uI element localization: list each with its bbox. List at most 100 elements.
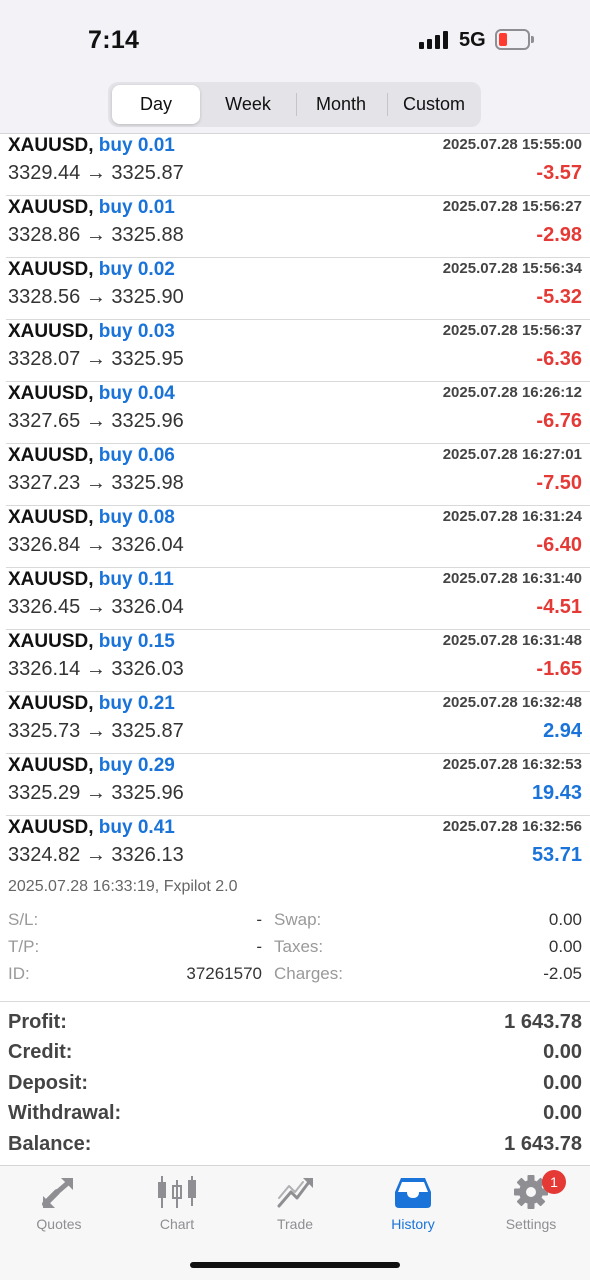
- trade-symbol: XAUUSD, buy 0.15: [8, 631, 175, 653]
- trade-side: buy 0.04: [98, 383, 175, 404]
- trade-profit: -5.32: [536, 286, 582, 308]
- trade-row[interactable]: XAUUSD, buy 0.21 2025.07.28 16:32:48 3325.…: [6, 692, 590, 754]
- symbol-name: XAUUSD,: [8, 197, 94, 218]
- symbol-name: XAUUSD,: [8, 135, 94, 156]
- symbol-name: XAUUSD,: [8, 755, 94, 776]
- trade-profit: -6.40: [536, 534, 582, 556]
- taxes-value: 0.00: [548, 937, 582, 956]
- trade-prices: 3326.45 → 3326.04: [8, 596, 184, 618]
- trade-row[interactable]: XAUUSD, buy 0.03 2025.07.28 15:56:37 3328.…: [6, 320, 590, 382]
- trade-datetime: 2025.07.28 15:56:37: [442, 322, 582, 339]
- trade-symbol: XAUUSD, buy 0.03: [8, 321, 175, 343]
- trade-symbol: XAUUSD, buy 0.29: [8, 755, 175, 777]
- trade-side: buy 0.06: [98, 445, 175, 466]
- trade-prices: 3325.73 → 3325.87: [8, 720, 184, 742]
- candlestick-icon: [158, 1176, 196, 1208]
- history-inbox-icon: [395, 1178, 431, 1208]
- notification-badge: 1: [542, 1170, 566, 1194]
- trade-symbol: XAUUSD, buy 0.06: [8, 445, 175, 467]
- tab-label: Settings: [505, 1216, 557, 1232]
- trade-side: buy 0.03: [98, 321, 175, 342]
- trade-datetime: 2025.07.28 15:55:00: [442, 136, 582, 153]
- trade-row[interactable]: XAUUSD, buy 0.29 2025.07.28 16:32:53 3325.…: [6, 754, 590, 816]
- segment-month[interactable]: Month: [297, 85, 385, 124]
- summary-label: Profit:: [8, 1011, 67, 1033]
- trade-profit: 53.71: [531, 844, 582, 866]
- trade-row[interactable]: XAUUSD, buy 0.04 2025.07.28 16:26:12 3327.…: [6, 382, 590, 444]
- trade-datetime: 2025.07.28 16:32:53: [442, 756, 582, 773]
- home-indicator: [190, 1262, 400, 1268]
- trade-symbol: XAUUSD, buy 0.02: [8, 259, 175, 281]
- header: 7:14 5G Day Week Month Custom: [0, 0, 590, 134]
- trade-profit: -2.98: [536, 224, 582, 246]
- trade-datetime: 2025.07.28 16:31:24: [442, 508, 582, 525]
- trade-symbol: XAUUSD, buy 0.11: [8, 569, 174, 591]
- tab-settings[interactable]: 1 Settings: [472, 1170, 590, 1244]
- tp-value: -: [256, 937, 262, 956]
- trade-row[interactable]: XAUUSD, buy 0.06 2025.07.28 16:27:01 3327.…: [6, 444, 590, 506]
- trade-row[interactable]: XAUUSD, buy 0.11 2025.07.28 16:31:40 3326.…: [6, 568, 590, 630]
- tab-label: Trade: [276, 1216, 314, 1232]
- tab-label: History: [391, 1216, 435, 1232]
- trade-datetime: 2025.07.28 16:26:12: [442, 384, 582, 401]
- summary-value: 0.00: [543, 1071, 582, 1094]
- trade-row[interactable]: XAUUSD, buy 0.01 2025.07.28 15:56:27 3328.…: [6, 196, 590, 258]
- trade-prices: 3325.29 → 3325.96: [8, 782, 184, 804]
- tab-chart[interactable]: Chart: [118, 1174, 236, 1244]
- details-header: 2025.07.28 16:33:19, Fxpilot 2.0: [8, 878, 238, 895]
- cellular-signal-icon: [419, 31, 451, 49]
- summary-value: 0.00: [543, 1041, 582, 1064]
- status-time: 7:14: [88, 26, 140, 54]
- trade-side: buy 0.08: [98, 507, 175, 528]
- quotes-icon: [42, 1178, 73, 1208]
- tp-label: T/P:: [8, 937, 40, 956]
- tab-history[interactable]: History: [354, 1174, 472, 1244]
- segment-custom[interactable]: Custom: [389, 85, 479, 124]
- trade-profit: -6.36: [536, 348, 582, 370]
- trade-profit: 2.94: [543, 720, 582, 742]
- trade-side: buy 0.01: [98, 197, 175, 218]
- trade-profit: -1.65: [536, 658, 582, 680]
- trade-row[interactable]: XAUUSD, buy 0.01 2025.07.28 15:55:00 3329.…: [6, 134, 590, 196]
- symbol-name: XAUUSD,: [8, 631, 94, 652]
- trade-side: buy 0.21: [98, 693, 175, 714]
- trade-prices: 3328.07 → 3325.95: [8, 348, 184, 370]
- charges-label: Charges:: [274, 964, 343, 983]
- swap-value: 0.00: [548, 910, 582, 929]
- battery-icon: [495, 29, 534, 50]
- trade-row[interactable]: XAUUSD, buy 0.08 2025.07.28 16:31:24 3326.…: [6, 506, 590, 568]
- trade-symbol: XAUUSD, buy 0.21: [8, 693, 175, 715]
- trade-datetime: 2025.07.28 16:32:48: [442, 694, 582, 711]
- sl-value: -: [256, 910, 262, 929]
- trade-symbol: XAUUSD, buy 0.41: [8, 817, 175, 839]
- symbol-name: XAUUSD,: [8, 321, 94, 342]
- symbol-name: XAUUSD,: [8, 507, 94, 528]
- trade-row[interactable]: XAUUSD, buy 0.15 2025.07.28 16:31:48 3326.…: [6, 630, 590, 692]
- trade-datetime: 2025.07.28 16:27:01: [442, 446, 582, 463]
- tab-quotes[interactable]: Quotes: [0, 1174, 118, 1244]
- segment-day[interactable]: Day: [112, 85, 200, 124]
- network-type: 5G: [459, 29, 486, 51]
- sl-label: S/L:: [8, 910, 39, 929]
- trade-prices: 3326.84 → 3326.04: [8, 534, 184, 556]
- segment-week[interactable]: Week: [203, 85, 293, 124]
- trade-side: buy 0.15: [98, 631, 175, 652]
- trade-row-selected[interactable]: XAUUSD, buy 0.41 2025.07.28 16:32:56 3324.…: [6, 816, 590, 878]
- trade-prices: 3328.86 → 3325.88: [8, 224, 184, 246]
- tab-trade[interactable]: Trade: [236, 1174, 354, 1244]
- trade-prices: 3327.23 → 3325.98: [8, 472, 184, 494]
- id-label: ID:: [8, 964, 30, 983]
- trade-prices: 3328.56 → 3325.90: [8, 286, 184, 308]
- summary-value: 1 643.78: [504, 1132, 582, 1155]
- trade-side: buy 0.29: [98, 755, 175, 776]
- period-segmented-control: Day Week Month Custom: [108, 82, 481, 127]
- symbol-name: XAUUSD,: [8, 445, 94, 466]
- swap-label: Swap:: [274, 910, 322, 929]
- trade-side: buy 0.41: [98, 817, 175, 838]
- summary-label: Balance:: [8, 1132, 92, 1155]
- summary-label: Credit:: [8, 1041, 73, 1064]
- taxes-label: Taxes:: [274, 937, 324, 956]
- trade-profit: -4.51: [536, 596, 582, 618]
- trade-row[interactable]: XAUUSD, buy 0.02 2025.07.28 15:56:34 3328.…: [6, 258, 590, 320]
- symbol-name: XAUUSD,: [8, 383, 94, 404]
